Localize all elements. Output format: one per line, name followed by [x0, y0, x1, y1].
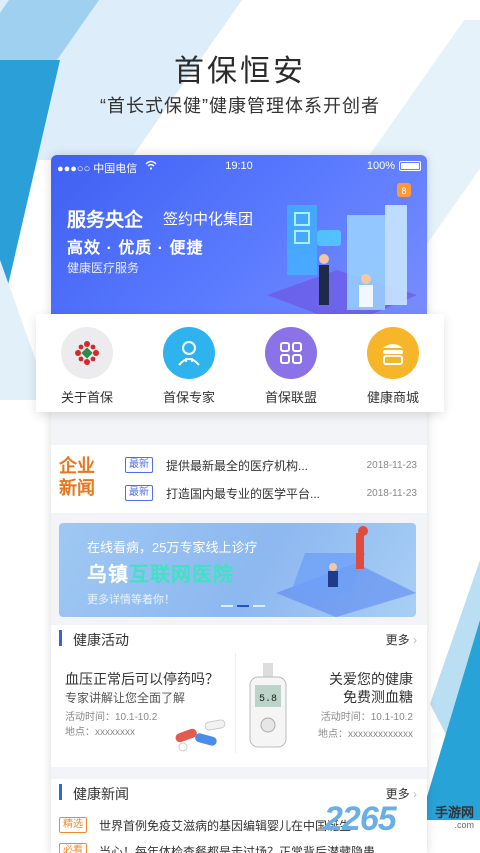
health-activity-section: 健康活动 更多 › 血压正常后可以停药吗？ 专家讲解让您全面了解 活动时间：10… [51, 625, 427, 767]
banner-title: 服务央企 [67, 210, 144, 231]
banner-caption: 健康医疗服务 [67, 261, 140, 275]
news-tag: 精选 [59, 817, 87, 833]
carousel-dot[interactable] [221, 605, 233, 607]
bg-shape [420, 620, 480, 820]
site-watermark: 2265 手游网 .com [324, 800, 474, 840]
shop-icon [367, 327, 419, 379]
activity-card[interactable]: 5.8 关爱您的健康 免费测血糖 活动时间：10.1-10.2 地点：xxxxx… [235, 653, 427, 753]
carousel-indicator [221, 605, 265, 607]
activity-title: 血压正常后可以停药吗？ [65, 671, 219, 687]
news-tag: 最新 [125, 485, 153, 501]
activity-subtitle: 免费测血糖 [343, 689, 413, 705]
section-accent-bar [59, 784, 62, 800]
battery-icon [399, 161, 421, 171]
promo-title-b: 互联网医院 [129, 564, 234, 586]
more-label: 更多 [385, 787, 410, 801]
activity-time: 活动时间：10.1-10.2 [320, 712, 413, 723]
menu-label: 健康商城 [366, 390, 419, 405]
pills-image [175, 719, 226, 752]
quick-menu: 关于首保 首保专家 首保联盟 健康商城 [36, 314, 444, 412]
company-news-logo-line1: 企业 [59, 456, 95, 476]
news-tag: 最新 [125, 457, 153, 473]
company-news: 企业 新闻 最新 提供最新最全的医疗机构... 2018-11-23 最新 打造… [51, 445, 427, 513]
banner-title-sub: 签约中化集团 [163, 211, 254, 228]
banner-illustration: 8 [267, 183, 417, 325]
battery-indicator: 100% [367, 160, 421, 172]
news-text: 当心！每年体检查餐都是走过场？正常背后潜藏隐患 [99, 845, 376, 853]
watermark-number: 2265 [324, 800, 397, 838]
watermark-text: 手游网 [434, 805, 474, 820]
hero-subtitle: “首长式保健”健康管理体系开创者 [100, 96, 380, 116]
logo-icon [61, 327, 113, 379]
news-date: 2018-11-23 [366, 460, 417, 471]
promo-banner[interactable]: 在线看病，25万专家线上诊疗 乌镇互联网医院 更多详情等着你！ [59, 523, 416, 617]
bg-shape [430, 560, 480, 800]
section-accent-bar [59, 630, 62, 646]
menu-item-shop[interactable]: 健康商城 [348, 327, 438, 406]
phone-frame: ●●●○○ 中国电信 19:10 100% 服务央企 签约中化集团 高效 · 优… [51, 155, 427, 853]
section-header: 健康活动 更多 › [51, 625, 427, 651]
menu-item-about[interactable]: 关于首保 [42, 327, 132, 406]
promo-title: 乌镇互联网医院 [87, 558, 234, 587]
company-news-logo: 企业 新闻 [59, 455, 107, 499]
activity-place: 地点：xxxxxxxx [65, 727, 135, 738]
top-banner[interactable]: ●●●○○ 中国电信 19:10 100% 服务央企 签约中化集团 高效 · 优… [51, 155, 427, 325]
menu-label: 首保专家 [162, 390, 215, 405]
menu-label: 关于首保 [60, 390, 113, 405]
banner-badge: 8 [401, 186, 406, 196]
news-date: 2018-11-23 [366, 488, 417, 499]
banner-slogan: 高效 · 优质 · 便捷 [67, 240, 204, 257]
news-item[interactable]: 最新 提供最新最全的医疗机构... 2018-11-23 [125, 457, 425, 475]
news-item[interactable]: 必看 当心！每年体检查餐都是走过场？正常背后潜藏隐患 [59, 843, 419, 853]
news-text: 打造国内最专业的医学平台... [166, 487, 321, 501]
section-title: 健康活动 [73, 632, 129, 648]
chevron-right-icon: › [413, 633, 417, 647]
more-label: 更多 [385, 633, 410, 647]
glucose-meter-image: 5.8 [249, 663, 287, 748]
section-title: 健康新闻 [73, 786, 129, 802]
activity-card[interactable]: 血压正常后可以停药吗？ 专家讲解让您全面了解 活动时间：10.1-10.2 地点… [51, 653, 234, 753]
news-tag: 必看 [59, 843, 87, 853]
promo-more: 更多详情等着你！ [87, 594, 175, 606]
status-bar: ●●●○○ 中国电信 19:10 100% [57, 160, 421, 176]
activity-subtitle: 专家讲解让您全面了解 [65, 691, 186, 705]
news-text: 提供最新最全的医疗机构... [166, 459, 309, 473]
menu-item-experts[interactable]: 首保专家 [144, 327, 234, 406]
carousel-dot[interactable] [253, 605, 265, 607]
promo-title-a: 乌镇 [87, 564, 129, 586]
battery-percent: 100% [366, 160, 395, 172]
activity-time: 活动时间：10.1-10.2 [65, 712, 158, 723]
carousel-dot-active[interactable] [237, 605, 249, 607]
grid-icon [265, 327, 317, 379]
chevron-right-icon: › [413, 787, 417, 801]
hero-title: 首保恒安 [174, 55, 306, 88]
news-item[interactable]: 最新 打造国内最专业的医学平台... 2018-11-23 [125, 485, 425, 503]
more-link[interactable]: 更多 › [386, 631, 417, 648]
meter-value: 5.8 [259, 694, 277, 705]
activity-place: 地点：xxxxxxxxxxxxx [318, 729, 413, 740]
news-text: 世界首例免疫艾滋病的基因编辑婴儿在中国诞生 [99, 819, 352, 833]
company-news-logo-line2: 新闻 [59, 478, 95, 498]
doctor-icon [163, 327, 215, 379]
promo-illustration [276, 526, 416, 617]
watermark-suffix: .com [454, 820, 474, 830]
menu-label: 首保联盟 [264, 390, 317, 405]
activity-title: 关爱您的健康 [329, 671, 413, 687]
promo-line1: 在线看病，25万专家线上诊疗 [87, 540, 258, 555]
menu-item-alliance[interactable]: 首保联盟 [246, 327, 336, 406]
